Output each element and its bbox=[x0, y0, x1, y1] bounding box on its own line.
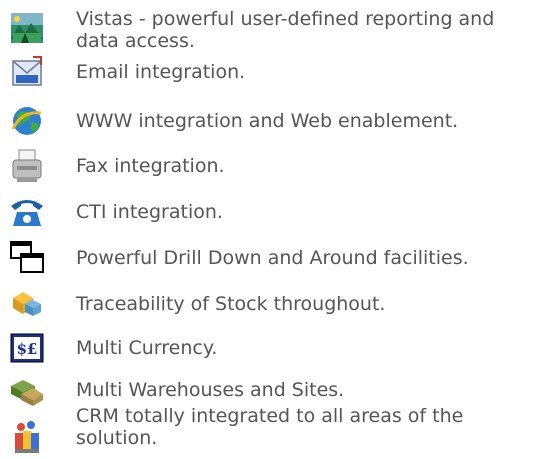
currency-icon: $£ bbox=[7, 328, 47, 368]
warehouse-icon bbox=[7, 370, 47, 410]
feature-text: Multi Warehouses and Sites. bbox=[76, 379, 345, 401]
telephone-icon bbox=[7, 192, 47, 232]
crm-icon bbox=[7, 419, 47, 459]
globe-icon bbox=[7, 101, 47, 141]
email-icon bbox=[7, 53, 47, 93]
feature-text: CTI integration. bbox=[76, 201, 223, 223]
feature-text: Email integration. bbox=[76, 61, 246, 83]
feature-text: CRM totally integrated to all areas of t… bbox=[76, 405, 464, 449]
landscape-icon bbox=[7, 9, 47, 49]
feature-text: Powerful Drill Down and Around facilitie… bbox=[76, 247, 469, 269]
fax-icon bbox=[7, 146, 47, 186]
svg-text:$£: $£ bbox=[17, 340, 38, 358]
feature-text: Vistas - powerful user-defined reporting… bbox=[76, 8, 495, 52]
feature-text: WWW integration and Web enablement. bbox=[76, 110, 459, 132]
feature-text: Traceability of Stock throughout. bbox=[76, 293, 386, 315]
feature-text: Fax integration. bbox=[76, 155, 225, 177]
feature-text: Multi Currency. bbox=[76, 337, 218, 359]
stock-cubes-icon bbox=[7, 284, 47, 324]
windows-icon bbox=[7, 238, 47, 278]
